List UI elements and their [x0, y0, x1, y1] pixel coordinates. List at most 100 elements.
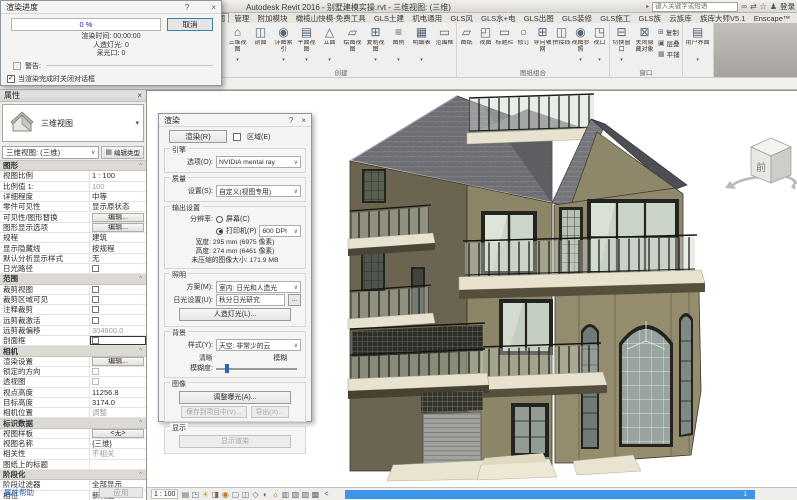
- browse-button[interactable]: ...: [288, 294, 301, 306]
- ribbon-button[interactable]: ◳ 视口: [590, 23, 609, 67]
- property-row[interactable]: ^ 视图名称 {三维}: [0, 439, 146, 449]
- ribbon-button[interactable]: ⊞ 导向轴网: [533, 23, 552, 67]
- property-value[interactable]: 编辑...: [90, 212, 146, 221]
- checkbox[interactable]: [92, 368, 99, 375]
- property-row[interactable]: ^ 锁定的方向: [0, 367, 146, 377]
- exchange-icon[interactable]: ⇄: [750, 2, 757, 12]
- checkbox[interactable]: [92, 317, 99, 324]
- scroll-left-icon[interactable]: <: [322, 491, 328, 498]
- ribbon-tab[interactable]: 云族库: [666, 14, 695, 23]
- ribbon-button[interactable]: ⊟ 切换窗口: [610, 23, 633, 67]
- ribbon-button[interactable]: ▱ 绘图视图: [341, 23, 364, 67]
- sun-setting-field[interactable]: 秋分日光研究: [216, 294, 285, 306]
- view-control-icon[interactable]: ☀: [200, 489, 210, 500]
- adjust-exposure-button[interactable]: 调整曝光(A)...: [179, 391, 291, 404]
- save-to-project-button[interactable]: 保存到项目中(V)...: [181, 406, 247, 418]
- help-icon[interactable]: ?: [181, 3, 193, 12]
- property-row[interactable]: ^ 远剪裁偏移 304800.0: [0, 326, 146, 336]
- property-value[interactable]: [90, 367, 146, 376]
- favorites-icon[interactable]: ☆: [760, 2, 767, 12]
- property-row[interactable]: ^ 远剪裁激活: [0, 315, 146, 325]
- view-control-icon[interactable]: ▨: [300, 489, 310, 500]
- ribbon-button[interactable]: ○ 修订: [514, 23, 533, 67]
- property-row[interactable]: ^ 相机位置 调整: [0, 408, 146, 418]
- pin-icon[interactable]: ^: [139, 276, 146, 282]
- ribbon-button[interactable]: ≡ 图例: [387, 23, 410, 67]
- screen-radio[interactable]: [216, 216, 223, 223]
- property-value[interactable]: [90, 305, 146, 314]
- search-input[interactable]: [652, 2, 738, 12]
- property-value[interactable]: 11256.8: [90, 388, 146, 397]
- ribbon-button[interactable]: ◫ 剖面: [249, 23, 272, 67]
- property-row[interactable]: ^ 日光路径: [0, 264, 146, 274]
- property-row[interactable]: ^ 注释裁剪: [0, 305, 146, 315]
- ribbon-tab[interactable]: GLS风: [447, 14, 476, 23]
- property-row[interactable]: ^ 可见性/图形替换 编辑...: [0, 212, 146, 222]
- property-value[interactable]: [90, 460, 146, 469]
- property-value[interactable]: 100: [90, 182, 146, 191]
- ribbon-tab[interactable]: GLS土建: [371, 14, 407, 23]
- property-row[interactable]: ^ 透视图: [0, 377, 146, 387]
- view-control-icon[interactable]: ◨: [210, 489, 220, 500]
- close-icon[interactable]: ×: [297, 116, 306, 125]
- render-dialog-titlebar[interactable]: 渲染 ? ×: [159, 114, 311, 127]
- ribbon-button[interactable]: ▤ 平面视图: [295, 23, 318, 67]
- ribbon-tab[interactable]: Enscape™: [751, 14, 794, 23]
- checkbox[interactable]: [92, 337, 99, 344]
- property-row[interactable]: ^ 相关性 不相关: [0, 449, 146, 459]
- type-selector[interactable]: 三维视图 ▾: [2, 104, 144, 142]
- search-expand-icon[interactable]: ▸: [646, 3, 649, 10]
- view-control-icon[interactable]: ☼: [270, 489, 280, 500]
- property-row[interactable]: ^ 图纸上的标题: [0, 460, 146, 470]
- property-row[interactable]: ^ 渲染设置 编辑...: [0, 357, 146, 367]
- checkbox[interactable]: [92, 378, 99, 385]
- property-row[interactable]: ^ 图形显示选项 编辑...: [0, 223, 146, 233]
- progress-dialog-titlebar[interactable]: 渲染进度 ? ×: [1, 1, 221, 14]
- property-row[interactable]: 标识数据 ^: [0, 418, 146, 428]
- properties-help-link[interactable]: 属性帮助: [4, 487, 34, 498]
- property-row[interactable]: ^ 规程 建筑: [0, 233, 146, 243]
- checkbox[interactable]: [92, 286, 99, 293]
- render-button[interactable]: 渲染(R): [169, 130, 227, 143]
- view-scale-button[interactable]: 1 : 100: [151, 489, 178, 499]
- property-row[interactable]: ^ 视点高度 11256.8: [0, 388, 146, 398]
- property-value[interactable]: [90, 336, 146, 345]
- view-control-icon[interactable]: ▤: [180, 489, 190, 500]
- property-row[interactable]: ^ 裁剪区域可见: [0, 295, 146, 305]
- ribbon-button[interactable]: ▦ 明细表: [410, 23, 433, 67]
- property-row[interactable]: ^ 详细程度 中等: [0, 192, 146, 202]
- checkbox[interactable]: [92, 296, 99, 303]
- export-button[interactable]: 导出(X)...: [251, 406, 289, 418]
- property-value[interactable]: 无: [90, 254, 146, 263]
- help-icon[interactable]: ?: [285, 116, 297, 125]
- close-icon[interactable]: ×: [137, 91, 142, 100]
- show-rendering-button[interactable]: 显示渲染: [179, 435, 291, 448]
- property-value[interactable]: 显示原状态: [90, 202, 146, 211]
- close-icon[interactable]: ×: [207, 3, 216, 12]
- property-value[interactable]: [90, 295, 146, 304]
- property-row[interactable]: 阶段化 ^: [0, 470, 146, 480]
- ribbon-button[interactable]: ◉ 详图索引: [272, 23, 295, 67]
- view-control-icon[interactable]: ◳: [190, 489, 200, 500]
- ribbon-button[interactable]: ⌂ 三维视图: [226, 23, 249, 67]
- search-icon[interactable]: ∞: [741, 2, 747, 12]
- pin-icon[interactable]: ^: [139, 472, 146, 478]
- edit-type-button[interactable]: ▦ 编辑类型: [101, 146, 144, 159]
- background-style-select[interactable]: 天空: 非常少的云 ∨: [216, 339, 301, 351]
- viewcube-front-label[interactable]: 前: [756, 161, 766, 174]
- ribbon-tab[interactable]: 橄榄山快模-免费工具: [293, 14, 369, 23]
- artificial-lights-button[interactable]: 人造灯光(L)...: [179, 308, 291, 321]
- ribbon-button[interactable]: ◉ 视图参照: [571, 23, 590, 67]
- ribbon-tab[interactable]: GLS族: [636, 14, 665, 23]
- printer-radio[interactable]: [216, 228, 223, 235]
- ribbon-button[interactable]: ▭ 标题栏: [495, 23, 514, 67]
- view-control-icon[interactable]: ▩: [310, 489, 320, 500]
- ribbon-button[interactable]: ▭ 范围框: [433, 23, 456, 67]
- checkbox[interactable]: [92, 265, 99, 272]
- property-row[interactable]: ^ 显示隐藏线 按规程: [0, 243, 146, 253]
- view-control-icon[interactable]: ◇: [250, 489, 260, 500]
- property-value[interactable]: [90, 315, 146, 324]
- property-row[interactable]: ^ 比例值 1: 100: [0, 182, 146, 192]
- property-value[interactable]: [90, 264, 146, 273]
- ribbon-button[interactable]: ▱ 图纸: [457, 23, 476, 67]
